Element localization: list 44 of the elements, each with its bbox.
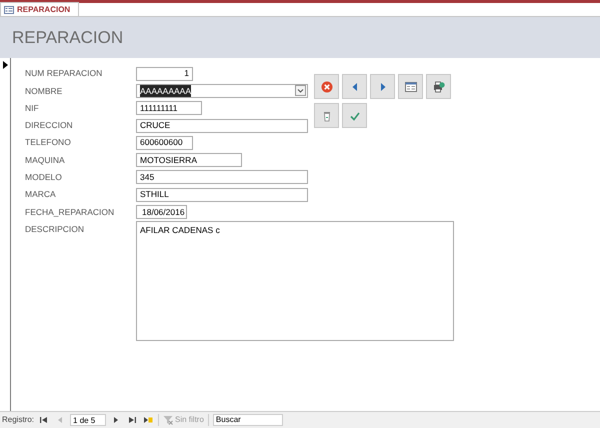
- field-label: NUM REPARACION: [25, 67, 104, 80]
- search-field[interactable]: Buscar: [212, 414, 283, 426]
- field-label: FECHA_REPARACION: [25, 206, 116, 218]
- field-label: NIF: [25, 102, 40, 115]
- input-field[interactable]: 1: [136, 66, 193, 81]
- field-label: DIRECCION: [25, 119, 74, 132]
- window-icon: [404, 80, 416, 92]
- field-label: TELEFONO: [25, 136, 72, 150]
- printer-icon: [432, 80, 444, 92]
- trash-button[interactable]: [314, 103, 339, 128]
- input-field[interactable]: MOTOSIERRA: [136, 153, 242, 168]
- new-icon: [143, 415, 154, 425]
- field-label: MODELO: [25, 171, 63, 184]
- record-selector-icon[interactable]: [3, 61, 8, 69]
- record-label: Registro:: [2, 414, 34, 426]
- printer-button[interactable]: [426, 74, 451, 99]
- form-title: REPARACION: [12, 26, 124, 49]
- field-label: NOMBRE: [25, 84, 64, 98]
- input-field[interactable]: STHILL: [136, 188, 308, 202]
- field-label: DESCRIPCION: [25, 222, 86, 236]
- first-icon: [39, 415, 50, 425]
- check-button[interactable]: [342, 103, 367, 128]
- close-button[interactable]: [314, 74, 339, 99]
- date-field[interactable]: 18/06/2016: [136, 205, 187, 220]
- combo-box[interactable]: AAAAAAAAA: [136, 84, 308, 98]
- next-button[interactable]: [370, 74, 395, 99]
- last-record-button[interactable]: [126, 415, 138, 425]
- input-field[interactable]: 345: [136, 170, 308, 184]
- check-icon: [348, 110, 360, 122]
- input-field[interactable]: CRUCE: [136, 118, 308, 133]
- previous-button[interactable]: [342, 74, 367, 99]
- window-button[interactable]: [398, 74, 423, 99]
- close-icon: [320, 80, 332, 92]
- field-label: MARCA: [25, 188, 57, 202]
- last-icon: [127, 415, 138, 425]
- document-tab[interactable]: REPARACION: [0, 2, 80, 16]
- filter-icon: [163, 415, 174, 425]
- text-area[interactable]: AFILAR CADENAS c: [136, 220, 454, 341]
- input-field[interactable]: 600600600: [136, 136, 193, 150]
- field-label: MAQUINA: [25, 154, 66, 166]
- input-field[interactable]: 111111111: [136, 101, 202, 116]
- new-record-button[interactable]: [142, 415, 154, 425]
- form-icon: [4, 6, 14, 14]
- record-position-field[interactable]: 1 de 5: [70, 414, 106, 426]
